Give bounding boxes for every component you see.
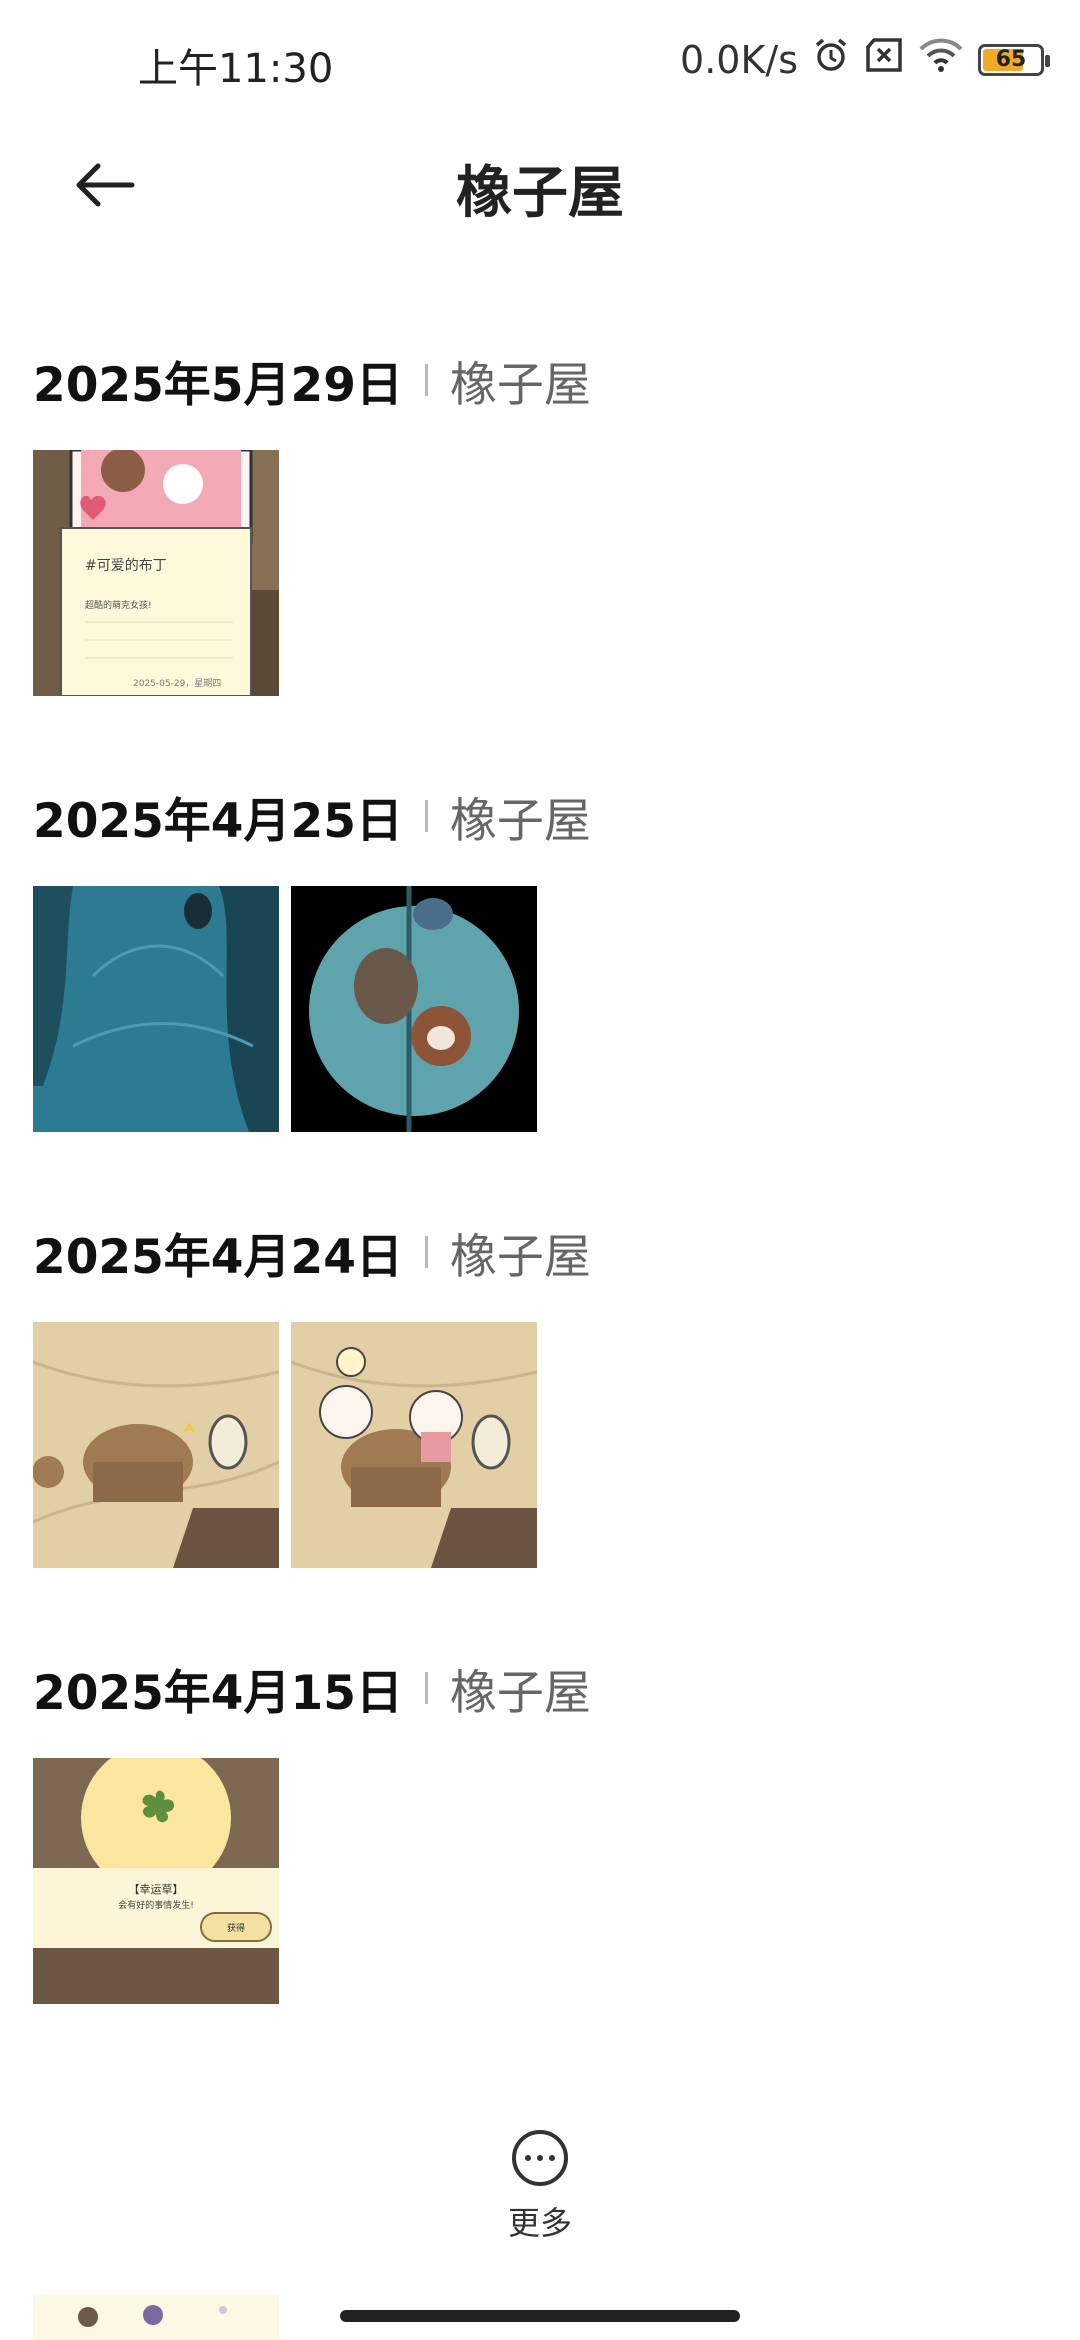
photo-thumbnail[interactable]: #可爱的布丁 超酷的萌克女孩! 2025-05-29，星期四 bbox=[33, 450, 279, 696]
home-indicator[interactable] bbox=[340, 2310, 740, 2322]
card-button: 获得 bbox=[227, 1922, 245, 1934]
no-sim-icon bbox=[864, 37, 904, 82]
group-date: 2025年5月29日 bbox=[33, 357, 403, 413]
more-label: 更多 bbox=[507, 2204, 572, 2242]
group-date: 2025年4月24日 bbox=[33, 1229, 403, 1285]
note-line: 超酷的萌克女孩! bbox=[85, 599, 152, 611]
group-header: 2025年4月25日 橡子屋 bbox=[33, 776, 1047, 856]
note-tag: #可爱的布丁 bbox=[85, 558, 167, 574]
photo-thumbnail[interactable]: 【幸运草】 会有好的事情发生! 获得 bbox=[33, 1758, 279, 2004]
page-title: 橡子屋 bbox=[456, 161, 624, 226]
group-source: 橡子屋 bbox=[449, 357, 591, 413]
photo-thumbnail[interactable] bbox=[33, 1322, 279, 1568]
card-text: 会有好的事情发生! bbox=[118, 1899, 194, 1911]
divider bbox=[424, 800, 428, 832]
group-source: 橡子屋 bbox=[449, 1665, 591, 1721]
group-header: 2025年4月15日 橡子屋 bbox=[33, 1648, 1047, 1728]
group-header: 2025年4月24日 橡子屋 bbox=[33, 1212, 1047, 1292]
group-header: 2025年5月29日 橡子屋 bbox=[33, 340, 1047, 420]
battery-icon: 65 bbox=[978, 43, 1050, 76]
status-icons: 0.0K/s 65 bbox=[680, 36, 1050, 83]
status-time: 上午11:30 bbox=[138, 46, 334, 92]
network-speed: 0.0K/s bbox=[680, 37, 798, 82]
photo-thumbnail[interactable] bbox=[33, 886, 279, 1132]
note-stamp: 2025-05-29，星期四 bbox=[133, 678, 221, 689]
card-title: 【幸运草】 bbox=[129, 1883, 184, 1896]
more-icon bbox=[512, 2130, 568, 2186]
group-source: 橡子屋 bbox=[449, 1229, 591, 1285]
photo-group: 2025年5月29日 橡子屋 #可爱的布丁 超酷的萌克女孩! 2025-05-2… bbox=[33, 340, 1047, 696]
photo-group: 2025年4月25日 橡子屋 bbox=[33, 776, 1047, 1132]
photo-thumbnail-partial[interactable] bbox=[33, 2295, 279, 2340]
battery-level: 65 bbox=[995, 46, 1027, 72]
divider bbox=[424, 1672, 428, 1704]
photo-group: 2025年4月15日 橡子屋 【幸运草】 会有好的事情发生! 获得 bbox=[33, 1648, 1047, 2004]
divider bbox=[424, 364, 428, 396]
wifi-icon bbox=[918, 37, 964, 82]
photo-thumbnail[interactable] bbox=[291, 886, 537, 1132]
photo-thumbnail[interactable] bbox=[291, 1322, 537, 1568]
status-bar: 上午11:30 0.0K/s 65 bbox=[0, 0, 1080, 110]
more-button[interactable]: 更多 bbox=[490, 2130, 590, 2244]
photo-group: 2025年4月24日 橡子屋 bbox=[33, 1212, 1047, 1568]
group-date: 2025年4月25日 bbox=[33, 793, 403, 849]
group-source: 橡子屋 bbox=[449, 793, 591, 849]
divider bbox=[424, 1236, 428, 1268]
group-date: 2025年4月15日 bbox=[33, 1665, 403, 1721]
alarm-icon bbox=[812, 36, 850, 83]
app-bar: 橡子屋 bbox=[0, 120, 1080, 250]
